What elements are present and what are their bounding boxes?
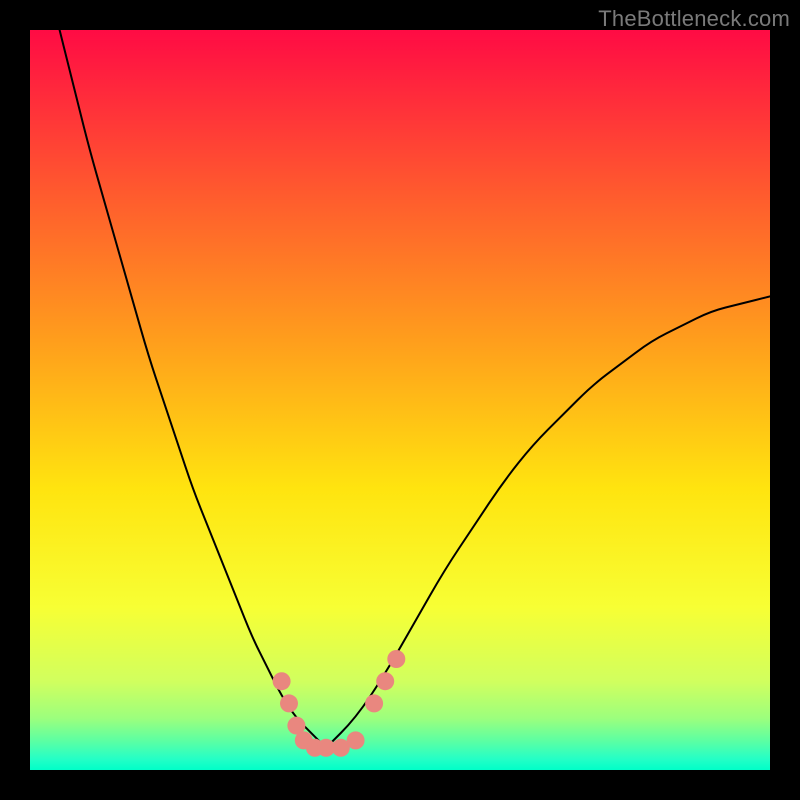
gradient-background xyxy=(30,30,770,770)
plot-area xyxy=(30,30,770,770)
chart-canvas: TheBottleneck.com xyxy=(0,0,800,800)
watermark-text: TheBottleneck.com xyxy=(598,6,790,32)
